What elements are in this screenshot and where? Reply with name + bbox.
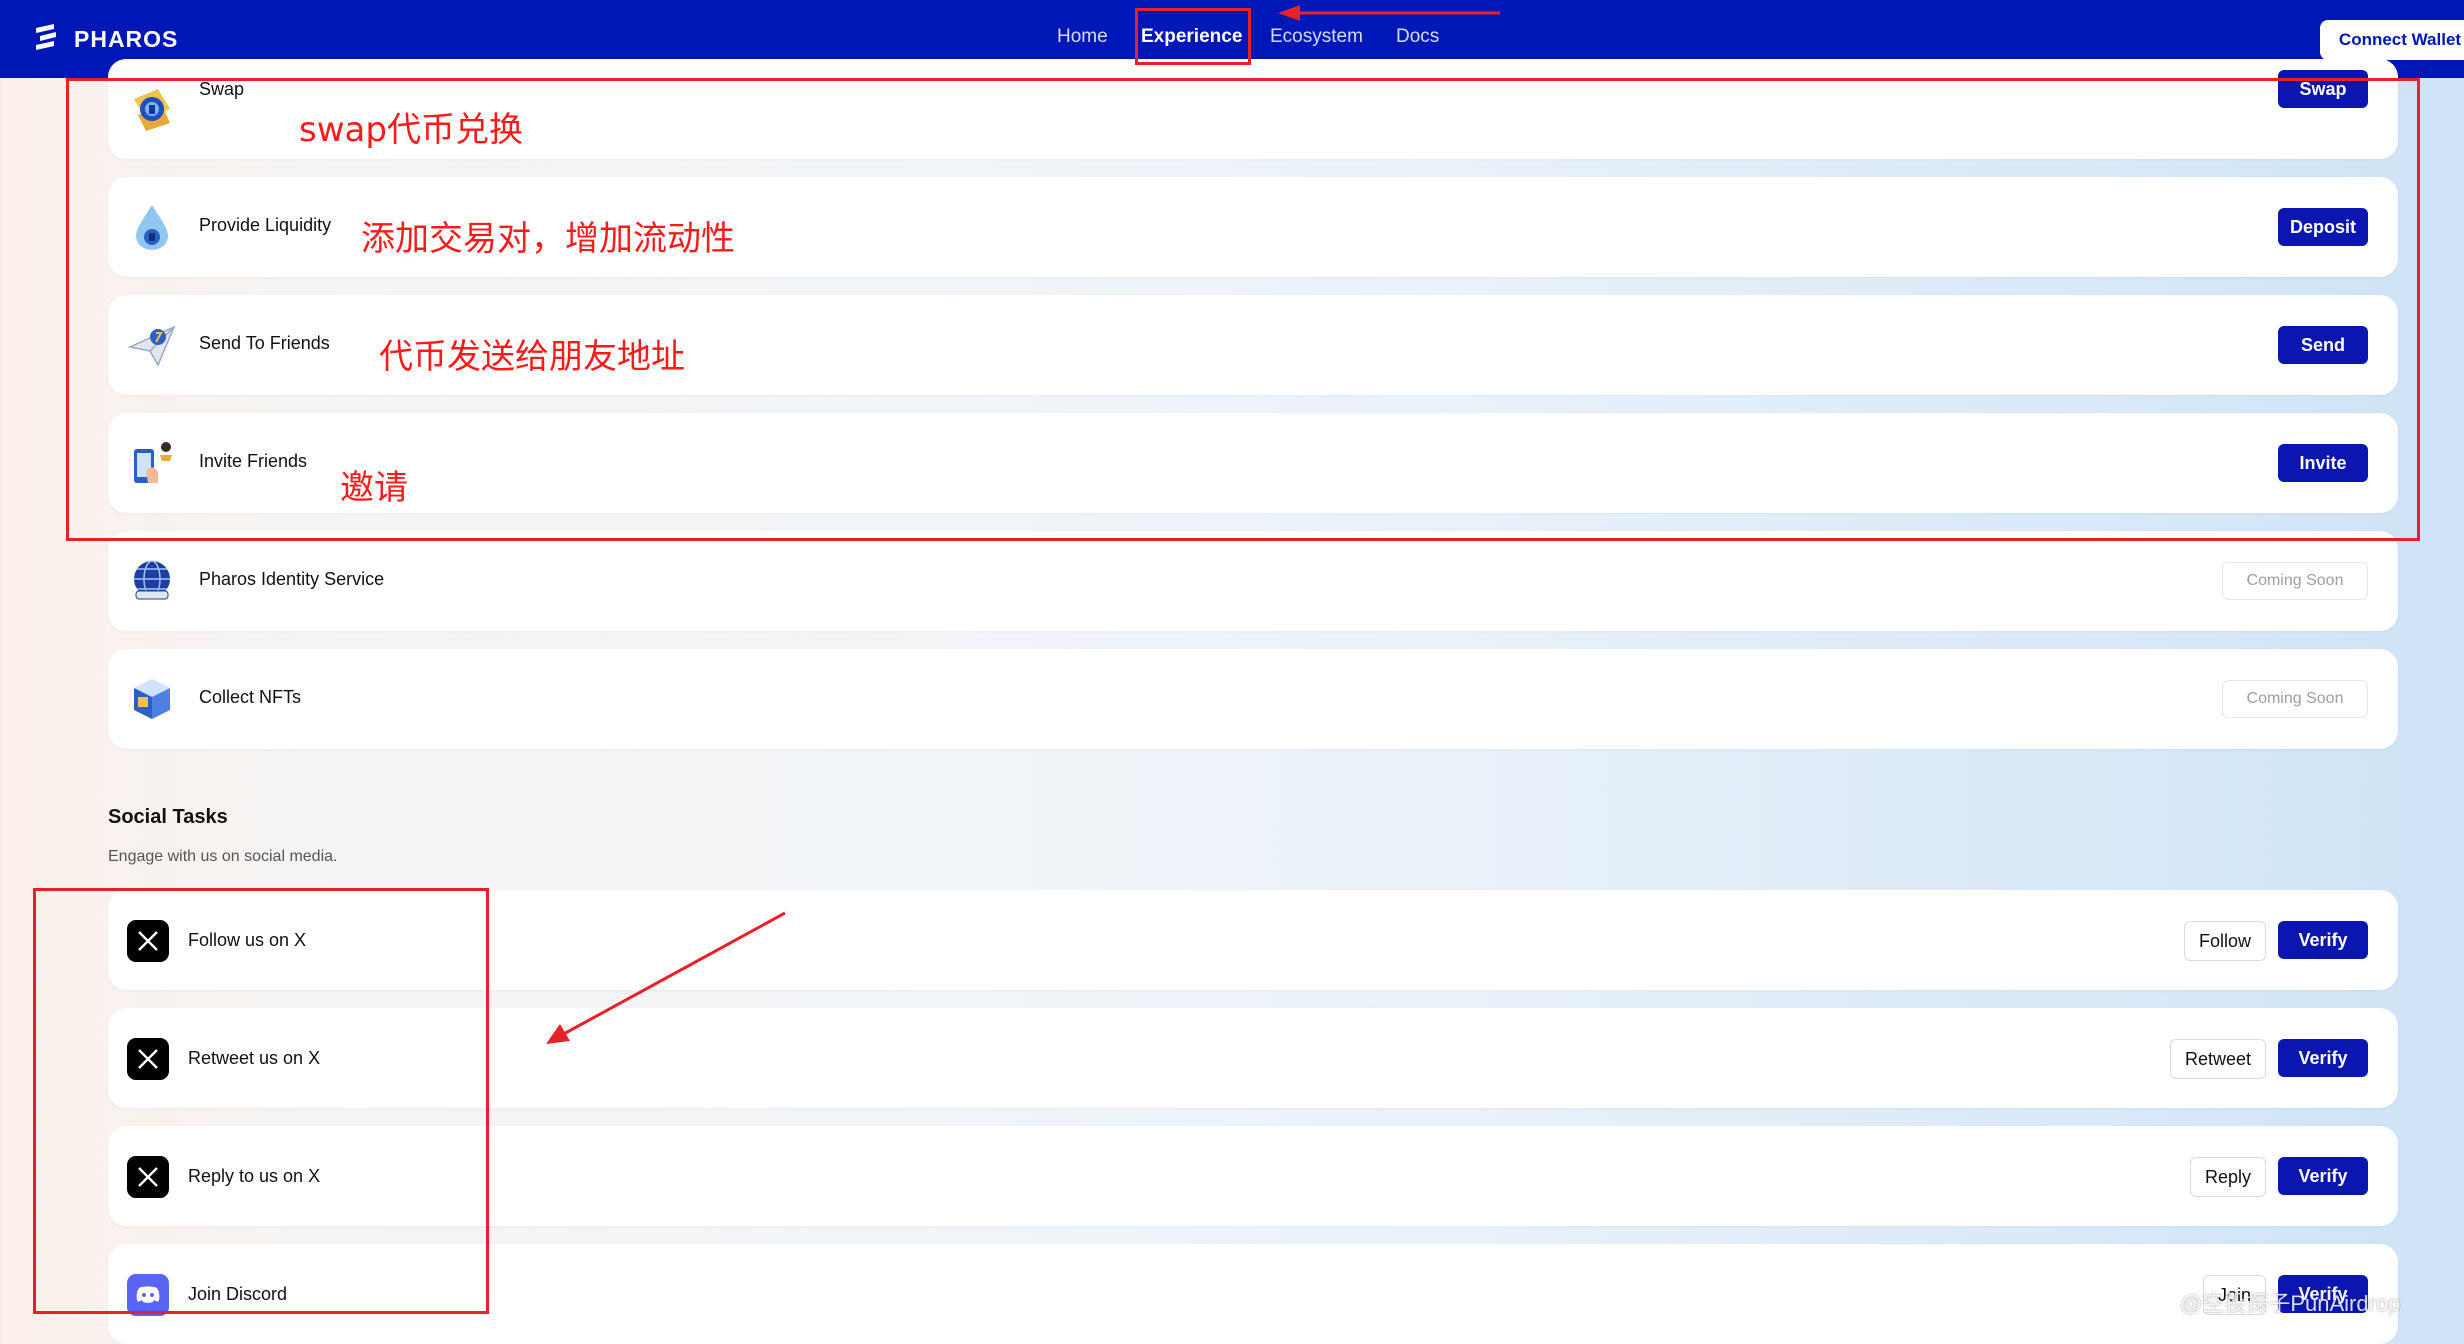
- brand-logo[interactable]: PHAROS: [32, 22, 178, 56]
- annotation-liquidity: 添加交易对，增加流动性: [361, 219, 735, 259]
- nft-cube-icon: [134, 679, 170, 719]
- task-label-identity: Pharos Identity Service: [199, 569, 385, 589]
- connect-wallet-button[interactable]: Connect Wallet: [2320, 20, 2464, 60]
- verify-button[interactable]: Verify: [2278, 1157, 2368, 1195]
- nav-home[interactable]: Home: [1057, 26, 1108, 48]
- annotation-invite: 邀请: [340, 468, 408, 508]
- brand-name: PHAROS: [74, 25, 179, 52]
- nav-docs[interactable]: Docs: [1396, 26, 1439, 48]
- section-title-social: Social Tasks: [108, 806, 228, 828]
- watermark-text: @空投探子PunAirdrop: [2180, 1291, 2401, 1316]
- annotation-box-social: [33, 888, 489, 1314]
- annotation-swap: swap代币兑换: [299, 110, 523, 150]
- verify-button[interactable]: Verify: [2278, 1039, 2368, 1077]
- task-label-nfts: Collect NFTs: [199, 687, 302, 707]
- retweet-button[interactable]: Retweet: [2169, 1039, 2266, 1079]
- follow-button[interactable]: Follow: [2183, 921, 2266, 961]
- annotation-send: 代币发送给朋友地址: [379, 337, 685, 377]
- annotation-box-experience: [1135, 8, 1251, 65]
- task-card-nfts: Collect NFTs Coming Soon: [108, 649, 2398, 749]
- coming-soon-button: Coming Soon: [2222, 562, 2368, 600]
- globe-identity-icon: [134, 560, 170, 600]
- coming-soon-button: Coming Soon: [2222, 680, 2368, 718]
- task-card-identity: Pharos Identity Service Coming Soon: [108, 531, 2398, 631]
- nav-ecosystem[interactable]: Ecosystem: [1270, 26, 1363, 48]
- section-subtitle-social: Engage with us on social media.: [108, 848, 338, 865]
- reply-button[interactable]: Reply: [2189, 1157, 2266, 1197]
- verify-button[interactable]: Verify: [2278, 921, 2368, 959]
- pharos-logo-icon: [36, 24, 56, 50]
